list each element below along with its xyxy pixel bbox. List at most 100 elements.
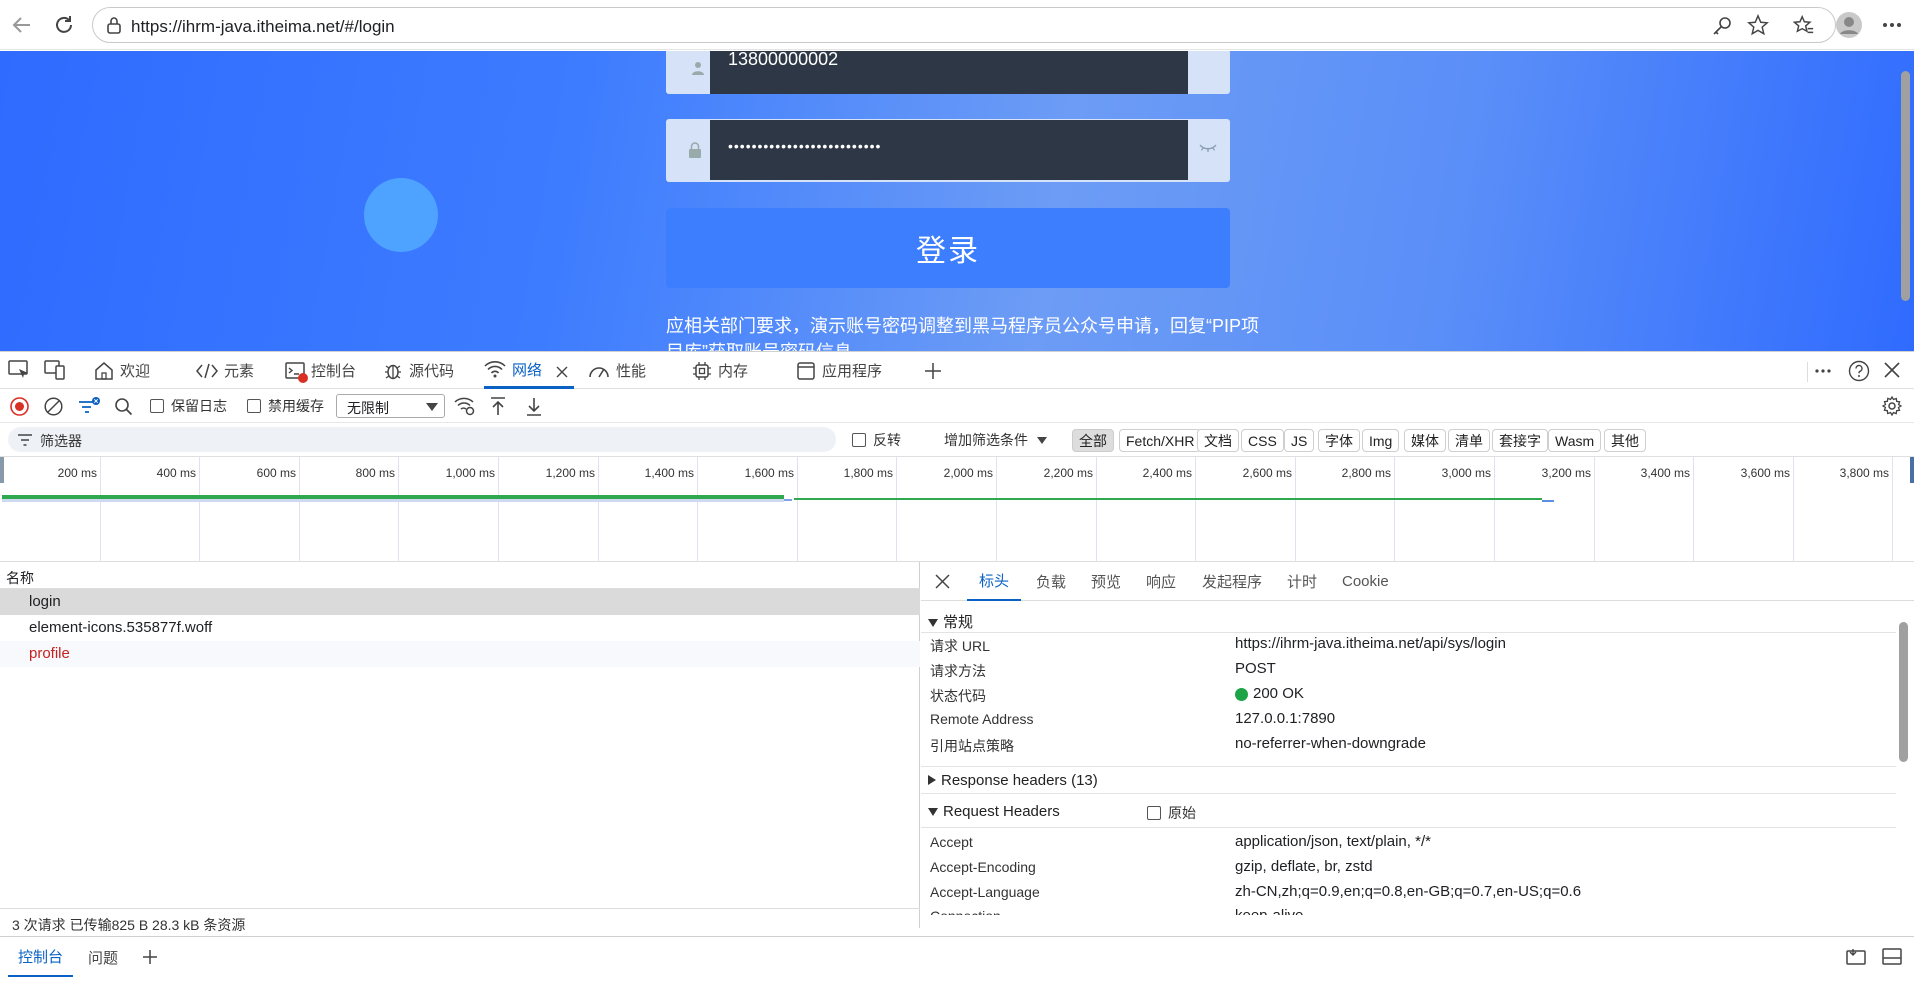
key-icon[interactable]: [1711, 15, 1733, 37]
gauge-icon: [589, 366, 609, 377]
add-drawer-tab-icon[interactable]: [142, 949, 158, 965]
password-field[interactable]: ••••••••••••••••••••••••••: [666, 119, 1230, 182]
tab-response[interactable]: 响应: [1146, 562, 1176, 601]
more-icon[interactable]: [1878, 11, 1906, 39]
import-har-icon[interactable]: [490, 397, 506, 416]
tab-cookie[interactable]: Cookie: [1342, 562, 1389, 601]
timeline-gridline: [1892, 457, 1893, 562]
close-devtools-icon[interactable]: [1884, 362, 1900, 378]
type-filter-button[interactable]: Img: [1362, 429, 1400, 452]
close-drawer-icon[interactable]: [1882, 948, 1902, 966]
type-filter-button[interactable]: CSS: [1241, 429, 1284, 452]
url-text[interactable]: https://ihrm-java.itheima.net/#/login: [131, 17, 395, 37]
devtools-panel: 欢迎 元素 控制台 源代码 网络 性能 内存 应用程序 保留日志 禁用缓存 无限…: [0, 351, 1914, 981]
invert-checkbox[interactable]: 反转: [852, 423, 901, 457]
reload-icon[interactable]: [50, 11, 78, 39]
app-icon: [797, 361, 815, 380]
network-conditions-icon[interactable]: [454, 396, 476, 416]
tab-headers[interactable]: 标头: [967, 562, 1022, 601]
type-filter-button[interactable]: 其他: [1604, 429, 1646, 452]
checkbox[interactable]: [1147, 806, 1161, 820]
star-icon[interactable]: [1747, 14, 1769, 36]
tab-application[interactable]: 应用程序: [796, 352, 882, 389]
more-options-icon[interactable]: [1815, 369, 1831, 373]
throttling-select[interactable]: 无限制: [336, 394, 445, 418]
tab-console[interactable]: 控制台: [285, 352, 356, 389]
type-filter-button[interactable]: 字体: [1318, 429, 1360, 452]
type-filter-button[interactable]: 媒体: [1404, 429, 1446, 452]
page-scrollbar[interactable]: [1901, 71, 1910, 301]
login-button[interactable]: 登录: [666, 208, 1230, 288]
disable-cache-checkbox[interactable]: 禁用缓存: [247, 389, 324, 423]
timeline-tick-label: 1,000 ms: [445, 466, 495, 480]
overview-right-handle[interactable]: [1910, 457, 1914, 483]
address-bar[interactable]: https://ihrm-java.itheima.net/#/login: [92, 7, 1836, 43]
type-filter-button[interactable]: 套接字: [1492, 429, 1548, 452]
timeline-gridline: [1295, 457, 1296, 562]
record-icon[interactable]: [10, 397, 29, 416]
request-headers-section-header[interactable]: Request Headers: [921, 797, 1896, 825]
tab-elements[interactable]: 元素: [196, 352, 254, 389]
name-column-header[interactable]: 名称: [0, 562, 920, 589]
clear-icon[interactable]: [44, 397, 63, 416]
timeline-tick-label: 2,400 ms: [1142, 466, 1192, 480]
tab-memory[interactable]: 内存: [692, 352, 748, 389]
checkbox[interactable]: [150, 399, 164, 413]
more-filters-dropdown[interactable]: 增加筛选条件: [944, 423, 1047, 457]
drawer-tab-issues[interactable]: 问题: [88, 937, 118, 977]
tab-network[interactable]: 网络: [484, 352, 575, 389]
request-row[interactable]: element-icons.535877f.woff: [0, 615, 920, 641]
tab-welcome[interactable]: 欢迎: [94, 352, 150, 389]
type-filter-button[interactable]: 清单: [1448, 429, 1490, 452]
filter-input[interactable]: 筛选器: [8, 427, 836, 452]
type-filter-button[interactable]: Fetch/XHR: [1119, 429, 1202, 452]
eye-closed-icon[interactable]: [1199, 143, 1217, 153]
back-icon[interactable]: [8, 11, 36, 39]
export-har-icon[interactable]: [526, 397, 542, 416]
close-tab-icon[interactable]: [556, 366, 568, 378]
drawer-tab-console[interactable]: 控制台: [8, 937, 74, 977]
raw-checkbox[interactable]: 原始: [1147, 799, 1196, 827]
timeline-overview[interactable]: 200 ms 400 ms 600 ms 800 ms 1,000 ms 1,200 ms…: [0, 457, 1914, 562]
inspect-icon[interactable]: [8, 360, 30, 380]
help-icon[interactable]: [1848, 360, 1870, 382]
add-tab-icon[interactable]: [924, 362, 942, 380]
triangle-down-icon: [928, 619, 938, 627]
tab-preview[interactable]: 预览: [1091, 562, 1121, 601]
tab-label: 元素: [224, 363, 255, 380]
request-row[interactable]: profile: [0, 641, 920, 667]
timeline-tick-label: 3,400 ms: [1640, 466, 1690, 480]
search-icon[interactable]: [114, 397, 133, 416]
close-details-icon[interactable]: [935, 574, 950, 589]
type-filter-button[interactable]: JS: [1284, 429, 1315, 452]
tab-performance[interactable]: 性能: [588, 352, 646, 389]
overview-left-handle[interactable]: [0, 457, 4, 483]
username-input[interactable]: 13800000002: [710, 51, 1188, 94]
password-input[interactable]: ••••••••••••••••••••••••••: [710, 120, 1188, 180]
checkbox[interactable]: [247, 399, 261, 413]
header-value: https://ihrm-java.itheima.net/api/sys/lo…: [1235, 635, 1506, 652]
user-icon: [691, 61, 705, 75]
general-section-header[interactable]: 常规: [921, 605, 1896, 633]
tab-initiator[interactable]: 发起程序: [1202, 562, 1262, 601]
type-filter-button[interactable]: Wasm: [1548, 429, 1602, 452]
type-filter-button[interactable]: 全部: [1072, 429, 1114, 452]
tab-payload[interactable]: 负载: [1036, 562, 1066, 601]
filter-toggle-icon[interactable]: [78, 396, 100, 416]
device-toggle-icon[interactable]: [44, 360, 66, 380]
request-row[interactable]: login: [0, 589, 920, 615]
favorites-icon[interactable]: [1790, 11, 1818, 39]
checkbox[interactable]: [852, 433, 866, 447]
details-scrollbar[interactable]: [1899, 622, 1908, 762]
username-field[interactable]: 13800000002: [666, 51, 1230, 94]
preserve-log-checkbox[interactable]: 保留日志: [150, 389, 227, 423]
settings-gear-icon[interactable]: [1882, 396, 1902, 416]
profile-icon[interactable]: [1835, 11, 1863, 39]
error-badge: [298, 372, 308, 383]
type-filter-button[interactable]: 文档: [1197, 429, 1239, 452]
tab-timing[interactable]: 计时: [1287, 562, 1317, 601]
lock-icon[interactable]: [105, 16, 123, 34]
dock-icon[interactable]: [1846, 948, 1866, 966]
tab-sources[interactable]: 源代码: [383, 352, 454, 389]
response-headers-section-header[interactable]: Response headers (13): [921, 766, 1896, 794]
